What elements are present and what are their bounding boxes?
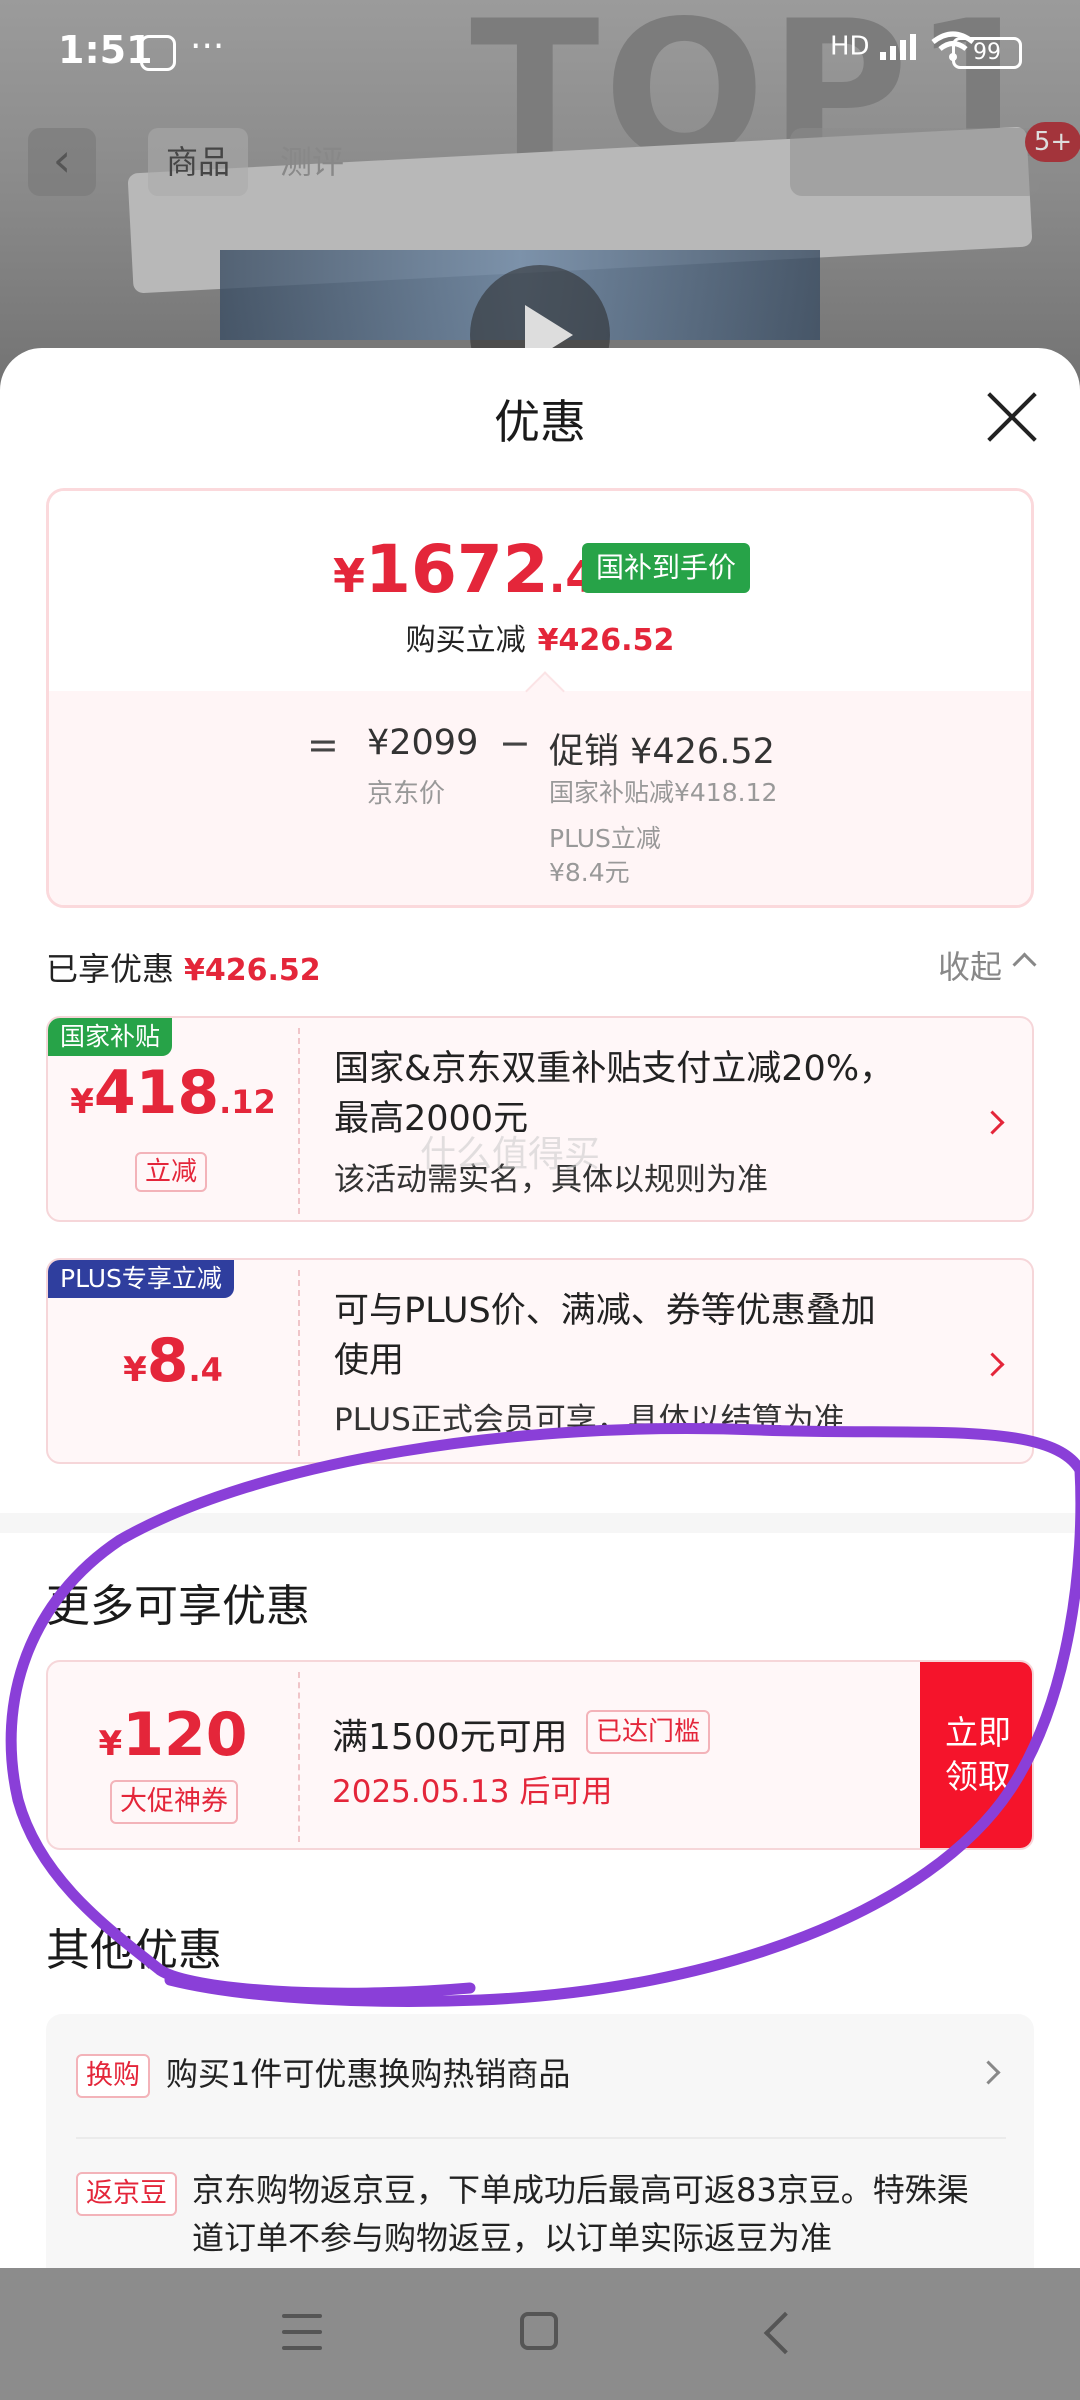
section-divider [0,1513,1080,1533]
menu-icon[interactable] [282,2314,322,2350]
promo-plus-label: PLUS立减 [549,824,661,853]
battery-indicator: 99 [952,37,1022,69]
other-discounts-list: 换购 购买1件可优惠换购热销商品 返京豆 京东购物返京豆，下单成功后最高可返83… [46,2014,1034,2268]
signal-icon [879,34,916,60]
close-icon[interactable] [982,388,1042,448]
coupon-amount: ¥120 [98,1700,248,1770]
national-subsidy-card[interactable]: 国家补贴 ¥418.12 立减 国家&京东双重补贴支付立减20%， 最高2000… [46,1016,1034,1222]
card-sub-label: 立减 [135,1152,208,1192]
back-icon[interactable] [763,2311,807,2355]
subsidy-price-tag: 国补到手价 [582,543,751,593]
tab-review: 测评 [280,143,345,181]
calc-minus: − [499,721,531,765]
chevron-right-icon[interactable] [976,2060,1001,2085]
status-bar: 1:51 ··· HD 99 [0,0,1080,100]
collapse-button[interactable]: 收起 [938,942,1002,988]
enjoyed-discount: 已享优惠 ¥426.52 [46,950,321,988]
threshold-badge: 已达门槛 [586,1710,711,1754]
chevron-right-icon[interactable] [980,1352,1005,1377]
calc-equals: = [307,723,339,767]
status-time: 1:51 [58,28,153,72]
promo-national-subsidy: 国家补贴减¥418.12 [549,778,778,807]
chevron-up-icon[interactable] [1012,952,1037,977]
row-text: 购买1件可优惠换购热销商品 [166,2055,571,2093]
sheet-title: 优惠 [494,395,586,449]
discount-sheet: 优惠 ¥1672.48 国补到手价 购买立减¥426.52 = ¥2099 京东… [0,348,1080,2268]
row-text: 京东购物返京豆，下单成功后最高可返83京豆。特殊渠道订单不参与购物返豆，以订单实… [192,2171,969,2257]
notification-badge: 5+ [1025,122,1080,162]
network-type: HD [830,31,870,62]
chevron-right-icon[interactable] [980,1110,1005,1135]
card-description: 可与PLUS价、满减、券等优惠叠加 使用 [334,1291,876,1381]
coupon-card: ¥120 大促神券 满1500元可用 已达门槛 2025.05.13 后可用 立… [46,1660,1034,1850]
reduce-line: 购买立减 ¥426.52 [405,623,675,658]
row-tag: 换购 [76,2054,150,2098]
row-tag: 返京豆 [76,2172,177,2216]
more-status-icon: ··· [190,26,225,67]
promo-total: 促销 ¥426.52 [549,732,775,772]
promo-plus-amount: ¥8.4元 [549,858,630,887]
tab-product: 商品 [148,128,249,196]
system-nav-bar [0,2268,1080,2400]
jd-price: ¥2099 [367,723,479,763]
plus-discount-card[interactable]: PLUS专享立减 ¥8.4 可与PLUS价、满减、券等优惠叠加 使用 PLUS正… [46,1258,1034,1464]
card-tag: PLUS专享立减 [48,1260,234,1298]
price-summary: ¥1672.48 国补到手价 购买立减¥426.52 = ¥2099 京东价 −… [46,488,1034,908]
coupon-valid-date: 2025.05.13 后可用 [332,1774,613,1810]
home-icon[interactable] [520,2312,558,2350]
card-amount: ¥8.4 [123,1326,223,1396]
card-amount: ¥418.12 [70,1058,276,1128]
back-icon: ‹ [28,128,96,196]
share-more-group [790,128,1040,196]
watch-icon [140,35,176,71]
card-tag: 国家补贴 [48,1018,173,1056]
coupon-type-label: 大促神券 [110,1780,238,1824]
more-discounts-title: 更多可享优惠 [46,1581,310,1632]
watermark: 什么值得买 [420,1134,601,1175]
coupon-condition: 满1500元可用 [332,1717,568,1758]
jd-price-label: 京东价 [367,779,446,809]
other-discounts-title: 其他优惠 [46,1925,222,1976]
claim-coupon-button[interactable]: 立即 领取 [920,1662,1032,1848]
card-note: PLUS正式会员可享，具体以结算为准 [334,1402,845,1438]
